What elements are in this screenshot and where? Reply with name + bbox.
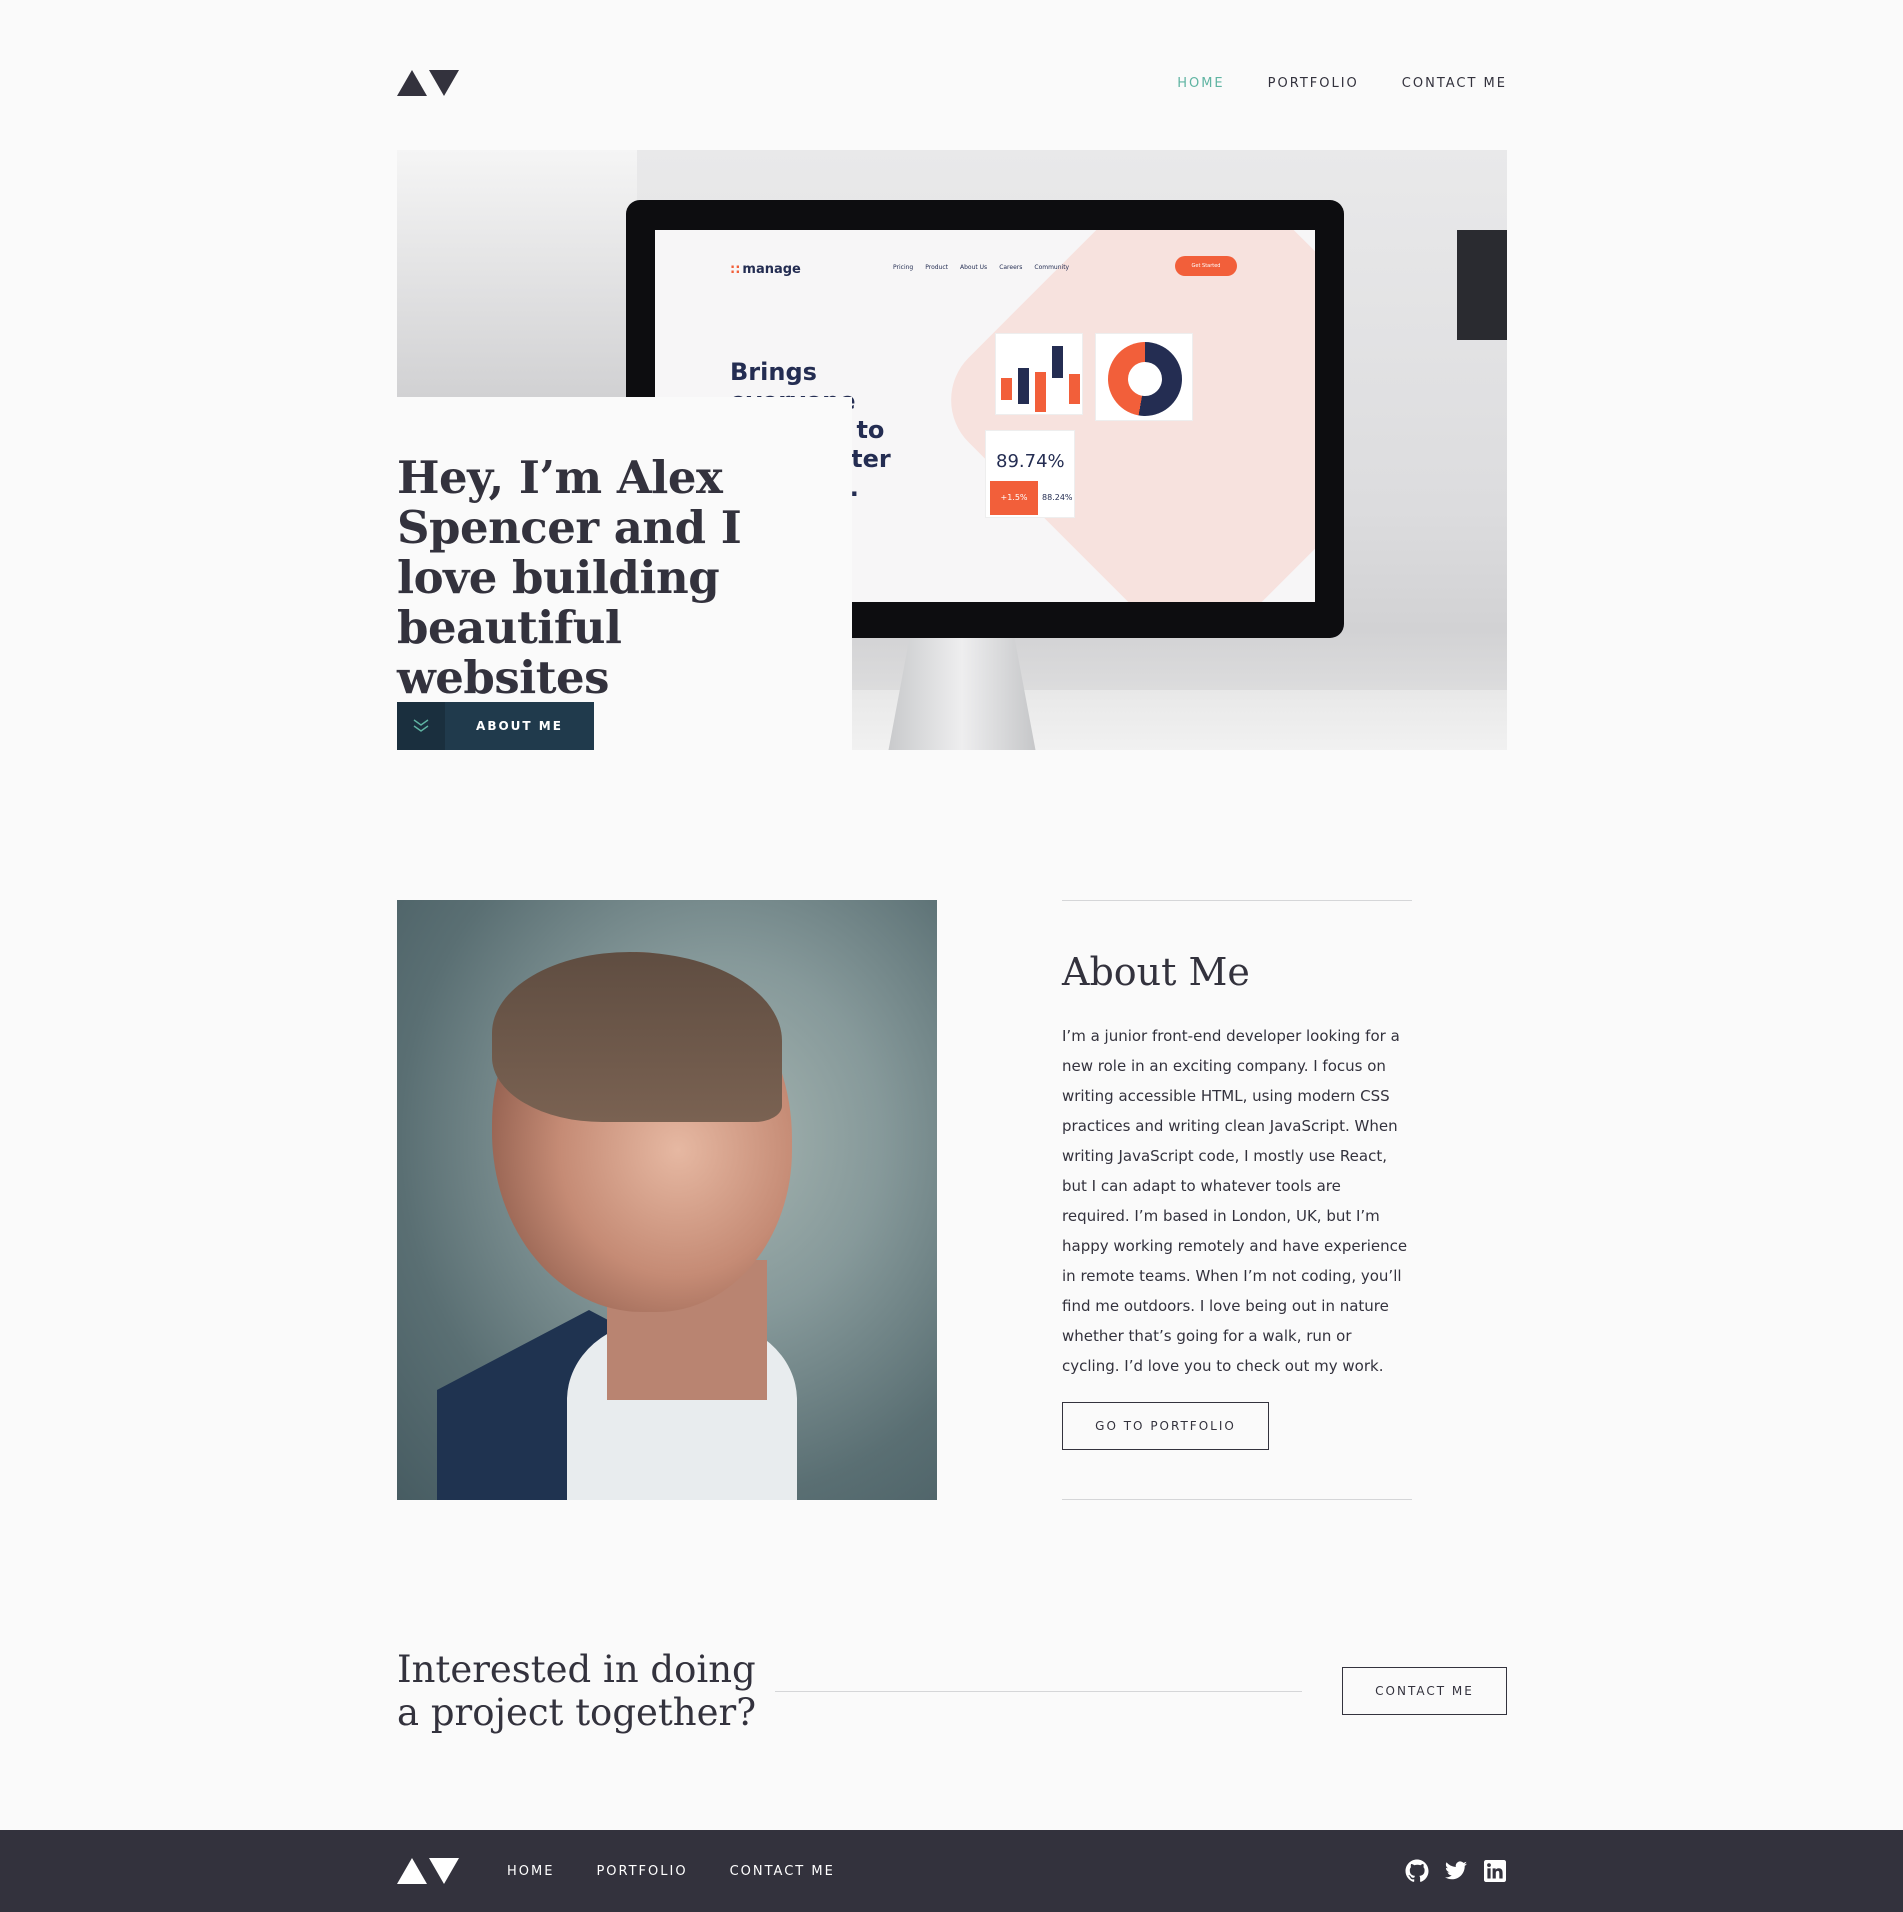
hero-title: Hey, I’m Alex Spencer and I love buildin… <box>397 451 742 704</box>
screen-nav-item: Community <box>1034 264 1070 271</box>
main-nav: HOME PORTFOLIO CONTACT ME <box>1177 76 1507 91</box>
twitter-icon[interactable] <box>1444 1859 1468 1883</box>
screen-nav-item: Product <box>925 264 949 271</box>
screen-donut-card <box>1095 333 1193 421</box>
portrait-hair <box>492 952 782 1122</box>
footer-nav-home[interactable]: HOME <box>507 1864 554 1879</box>
hero-bg-office <box>397 150 637 410</box>
footer-logo[interactable] <box>397 1858 459 1884</box>
screen-nav-item: Careers <box>999 264 1023 271</box>
nav-home[interactable]: HOME <box>1177 76 1224 91</box>
screen-nav: Pricing Product About Us Careers Communi… <box>893 264 1069 271</box>
nav-portfolio[interactable]: PORTFOLIO <box>1268 76 1359 91</box>
about-me-button-label: ABOUT ME <box>476 719 563 733</box>
screen-bar <box>1035 372 1046 412</box>
screen-bar <box>1018 368 1029 404</box>
site-header: HOME PORTFOLIO CONTACT ME <box>397 58 1507 108</box>
logo-triangle-up <box>397 70 427 96</box>
about-me-button[interactable]: ABOUT ME <box>397 702 594 750</box>
monitor-stand <box>887 638 1037 750</box>
screen-stat-main: 89.74% <box>996 451 1065 472</box>
screen-bar <box>1069 374 1080 404</box>
go-to-portfolio-button[interactable]: GO TO PORTFOLIO <box>1062 1402 1269 1450</box>
screen-bar <box>1001 378 1012 400</box>
screen-nav-item: About Us <box>960 264 988 271</box>
hero-bg-monitor <box>1457 230 1507 340</box>
logo-triangle-down <box>429 1858 459 1884</box>
screen-logo: :: manage <box>730 262 801 277</box>
screen-stat-small: 88.24% <box>1042 493 1073 502</box>
cta-divider <box>775 1691 1302 1692</box>
contact-me-button[interactable]: CONTACT ME <box>1342 1667 1507 1715</box>
chevron-down-icon <box>397 702 445 750</box>
site-footer: HOME PORTFOLIO CONTACT ME <box>0 1830 1903 1912</box>
hero-section: :: manage Pricing Product About Us Career… <box>397 150 1507 750</box>
profile-photo <box>397 900 937 1500</box>
logo-triangle-down <box>429 70 459 96</box>
screen-cta: Get Started <box>1175 256 1237 276</box>
linkedin-icon[interactable] <box>1483 1859 1507 1883</box>
about-body: I’m a junior front-end developer looking… <box>1062 1027 1408 1375</box>
footer-nav-contact[interactable]: CONTACT ME <box>730 1864 835 1879</box>
about-section: About Me I’m a junior front-end develope… <box>397 900 1507 1500</box>
about-title: About Me <box>1062 950 1250 994</box>
contact-cta-section: Interested in doing a project together? … <box>397 1645 1507 1735</box>
nav-contact[interactable]: CONTACT ME <box>1402 76 1507 91</box>
screen-bar-card <box>995 333 1083 415</box>
footer-inner: HOME PORTFOLIO CONTACT ME <box>397 1830 1507 1912</box>
cta-title: Interested in doing a project together? <box>397 1648 757 1734</box>
footer-nav-portfolio[interactable]: PORTFOLIO <box>596 1864 687 1879</box>
screen-nav-item: Pricing <box>893 264 914 271</box>
screen-donut <box>1108 342 1182 416</box>
github-icon[interactable] <box>1405 1859 1429 1883</box>
social-links <box>1405 1859 1507 1883</box>
screen-stat-badge: +1.5% <box>990 481 1038 515</box>
footer-nav: HOME PORTFOLIO CONTACT ME <box>507 1864 835 1879</box>
about-text-block: About Me I’m a junior front-end develope… <box>1062 900 1412 1500</box>
logo[interactable] <box>397 70 459 96</box>
screen-stat-card: 89.74% +1.5% 88.24% <box>985 430 1075 518</box>
screen-bar <box>1052 346 1063 378</box>
logo-triangle-up <box>397 1858 427 1884</box>
